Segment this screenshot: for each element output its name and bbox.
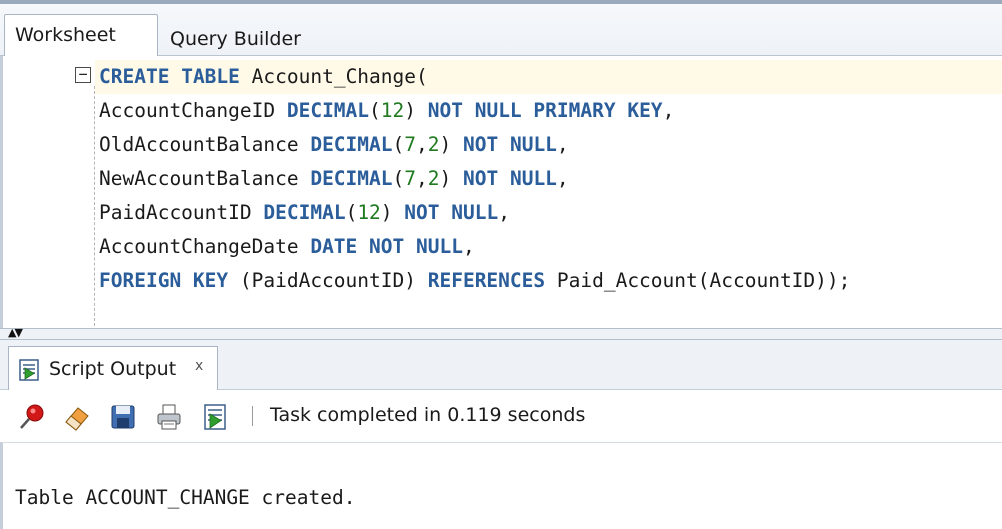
toolbar-separator xyxy=(252,406,253,426)
print-icon[interactable] xyxy=(154,402,184,432)
sql-text: Account_Change( xyxy=(239,65,428,88)
script-output-area[interactable]: Table ACCOUNT_CHANGE created. xyxy=(0,442,1002,529)
output-result-line: Table ACCOUNT_CHANGE created. xyxy=(15,486,356,509)
fold-collapse-icon[interactable]: − xyxy=(75,67,91,83)
sql-number: 7 xyxy=(404,167,417,190)
code-line[interactable]: AccountChangeDate DATE NOT NULL, xyxy=(95,230,1002,264)
sql-keyword: DECIMAL xyxy=(286,99,370,122)
sql-text: ( xyxy=(392,133,405,156)
sql-text: ) xyxy=(404,99,428,122)
sql-keyword: DATE NOT NULL xyxy=(310,235,463,258)
sql-text: , xyxy=(462,235,475,258)
code-line[interactable]: AccountChangeID DECIMAL(12) NOT NULL PRI… xyxy=(95,94,1002,128)
code-line[interactable]: OldAccountBalance DECIMAL(7,2) NOT NULL, xyxy=(95,128,1002,162)
sql-text: NewAccountBalance xyxy=(99,167,311,190)
sql-text: ) xyxy=(439,133,463,156)
sql-text: ) xyxy=(380,201,405,224)
sql-text: , xyxy=(416,133,428,156)
worksheet-tab-bar: Worksheet Query Builder xyxy=(0,0,1002,59)
sql-text: , xyxy=(662,99,675,122)
sql-keyword: TABLE xyxy=(181,65,240,88)
sql-text: , xyxy=(498,201,510,224)
sql-text: ( xyxy=(345,201,358,224)
code-line[interactable]: CREATE TABLE Account_Change( xyxy=(95,60,1002,94)
tab-worksheet[interactable]: Worksheet xyxy=(4,14,158,59)
sql-text: ) xyxy=(439,167,463,190)
sql-text: AccountChangeID xyxy=(99,99,287,122)
eraser-icon[interactable] xyxy=(62,402,92,432)
save-icon[interactable] xyxy=(108,402,138,432)
pin-icon[interactable] xyxy=(16,402,46,432)
sql-keyword: REFERENCES xyxy=(427,269,546,292)
split-arrows-icon[interactable]: ▲▼ xyxy=(8,326,23,339)
output-toolbar: Task completed in 0.119 seconds xyxy=(0,390,1002,442)
sql-number: 12 xyxy=(380,99,405,122)
panel-splitter[interactable]: ▲▼ xyxy=(0,326,1002,340)
code-line[interactable]: PaidAccountID DECIMAL(12) NOT NULL, xyxy=(95,196,1002,230)
sql-keyword: DECIMAL xyxy=(263,201,346,224)
sql-text: AccountChangeDate xyxy=(99,235,311,258)
sql-keyword: NOT NULL xyxy=(463,167,557,190)
code-line[interactable]: NewAccountBalance DECIMAL(7,2) NOT NULL, xyxy=(95,162,1002,196)
sql-number: 2 xyxy=(427,167,440,190)
sql-keyword: FOREIGN KEY xyxy=(99,269,229,292)
sql-number: 7 xyxy=(404,133,417,156)
editor-gutter xyxy=(3,56,93,328)
sql-text: , xyxy=(556,167,569,190)
script-output-icon xyxy=(19,359,39,381)
sql-text: ( xyxy=(369,99,381,122)
task-status-text: Task completed in 0.119 seconds xyxy=(270,404,586,426)
sql-text: PaidAccountID xyxy=(99,201,264,224)
sql-text: (PaidAccountID) xyxy=(228,269,428,292)
sql-keyword: NOT NULL PRIMARY KEY xyxy=(427,99,663,122)
script-output-icon[interactable] xyxy=(200,402,230,432)
sql-keyword: DECIMAL xyxy=(310,133,393,156)
sql-text: OldAccountBalance xyxy=(99,133,311,156)
sql-keyword: DECIMAL xyxy=(310,167,393,190)
sql-number: 2 xyxy=(427,133,440,156)
script-output-label: Script Output xyxy=(49,358,177,380)
sql-text: , xyxy=(416,167,428,190)
sql-editor[interactable]: − CREATE TABLE Account_Change(AccountCha… xyxy=(0,56,1002,328)
sql-text: , xyxy=(556,133,569,156)
tab-script-output[interactable]: Script Output x xyxy=(8,346,218,390)
sql-keyword: NOT NULL xyxy=(463,133,557,156)
sql-keyword: NOT NULL xyxy=(404,201,499,224)
close-tab-button[interactable]: x xyxy=(195,358,203,374)
code-line[interactable]: FOREIGN KEY (PaidAccountID) REFERENCES P… xyxy=(95,264,1002,298)
sql-text: ( xyxy=(392,167,405,190)
output-tab-bar: Script Output x xyxy=(0,340,1002,390)
tab-query-builder[interactable]: Query Builder xyxy=(158,14,318,59)
sql-number: 12 xyxy=(357,201,381,224)
sql-keyword: CREATE xyxy=(99,65,170,88)
sql-text: Paid_Account(AccountID)); xyxy=(545,269,851,292)
